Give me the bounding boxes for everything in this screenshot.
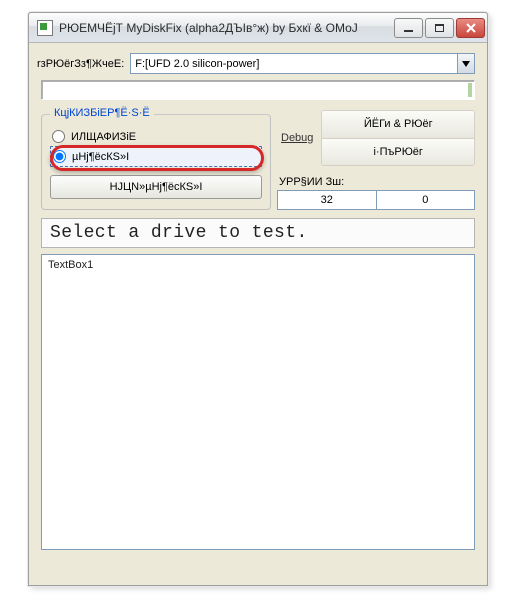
app-icon: [37, 20, 53, 36]
titlebar[interactable]: РЮЕМЧЁјТ MyDiskFix (alpha2ДЪІв°ж) by Бхк…: [29, 13, 487, 43]
close-icon: [466, 23, 476, 33]
main-row: КцјКИЗБіЕР¶Ё·Ѕ·Ё ИЛЩАФИЗіЕ µНј¶ёсКЅ»І НЈ…: [35, 108, 481, 210]
radio-input-1[interactable]: [52, 130, 65, 143]
client-area: rзРЮёгЗз¶ЖчеЕ: F:[UFD 2.0 silicon-power]…: [35, 49, 481, 579]
action-button-stack: ЙЁГи & РЮёг і·ПъРЮёг: [321, 110, 475, 166]
stat-label: УРР§ИИ Зш:: [279, 176, 475, 188]
minimize-button[interactable]: [394, 18, 423, 38]
group-title: КцјКИЗБіЕР¶Ё·Ѕ·Ё: [50, 107, 154, 119]
options-group: КцјКИЗБіЕР¶Ё·Ѕ·Ё ИЛЩАФИЗіЕ µНј¶ёсКЅ»І НЈ…: [41, 114, 271, 210]
radio-option-1[interactable]: ИЛЩАФИЗіЕ: [50, 127, 262, 146]
window-title: РЮЕМЧЁјТ MyDiskFix (alpha2ДЪІв°ж) by Бхк…: [59, 21, 394, 35]
stat-cell-1: 32: [277, 190, 377, 210]
log-textarea[interactable]: TextBox1: [41, 254, 475, 550]
stat-row: 32 0: [277, 190, 475, 210]
chevron-down-icon: [462, 61, 470, 67]
right-column: Debug ЙЁГи & РЮёг і·ПъРЮёг УРР§ИИ Зш:: [277, 108, 475, 210]
undo-fix-button[interactable]: і·ПъРЮёг: [322, 139, 474, 166]
drive-combo-value: F:[UFD 2.0 silicon-power]: [131, 58, 263, 70]
stat-cell-2: 0: [377, 190, 476, 210]
debug-link[interactable]: Debug: [277, 110, 317, 166]
drive-row: rзРЮёгЗз¶ЖчеЕ: F:[UFD 2.0 silicon-power]: [37, 53, 475, 74]
radio-label-2: µНј¶ёсКЅ»І: [72, 151, 129, 163]
undo-fix-label: і·ПъРЮёг: [373, 146, 422, 158]
scan-fix-button[interactable]: ЙЁГи & РЮёг: [322, 111, 474, 139]
scan-fix-label: ЙЁГи & РЮёг: [364, 118, 433, 130]
progress-bar: [41, 80, 475, 100]
close-button[interactable]: [456, 18, 485, 38]
status-message: Select a drive to test.: [41, 218, 475, 248]
radio-label-1: ИЛЩАФИЗіЕ: [71, 131, 136, 143]
drive-combo[interactable]: F:[UFD 2.0 silicon-power]: [130, 53, 475, 74]
radio-input-2[interactable]: [53, 150, 66, 163]
app-window: РЮЕМЧЁјТ MyDiskFix (alpha2ДЪІв°ж) by Бхк…: [28, 12, 488, 586]
window-controls: [394, 18, 485, 38]
drive-combo-button[interactable]: [457, 54, 474, 73]
debug-row: Debug ЙЁГи & РЮёг і·ПъРЮёг: [277, 110, 475, 166]
radio-option-2[interactable]: µНј¶ёсКЅ»І: [50, 146, 262, 167]
log-content: TextBox1: [48, 259, 93, 271]
maximize-button[interactable]: [425, 18, 454, 38]
group-action-label: НЈЦN»µНј¶ёсКЅ»І: [110, 181, 203, 193]
drive-label: rзРЮёгЗз¶ЖчеЕ:: [37, 58, 124, 70]
progress-segment: [468, 83, 472, 97]
group-action-button[interactable]: НЈЦN»µНј¶ёсКЅ»І: [50, 175, 262, 199]
